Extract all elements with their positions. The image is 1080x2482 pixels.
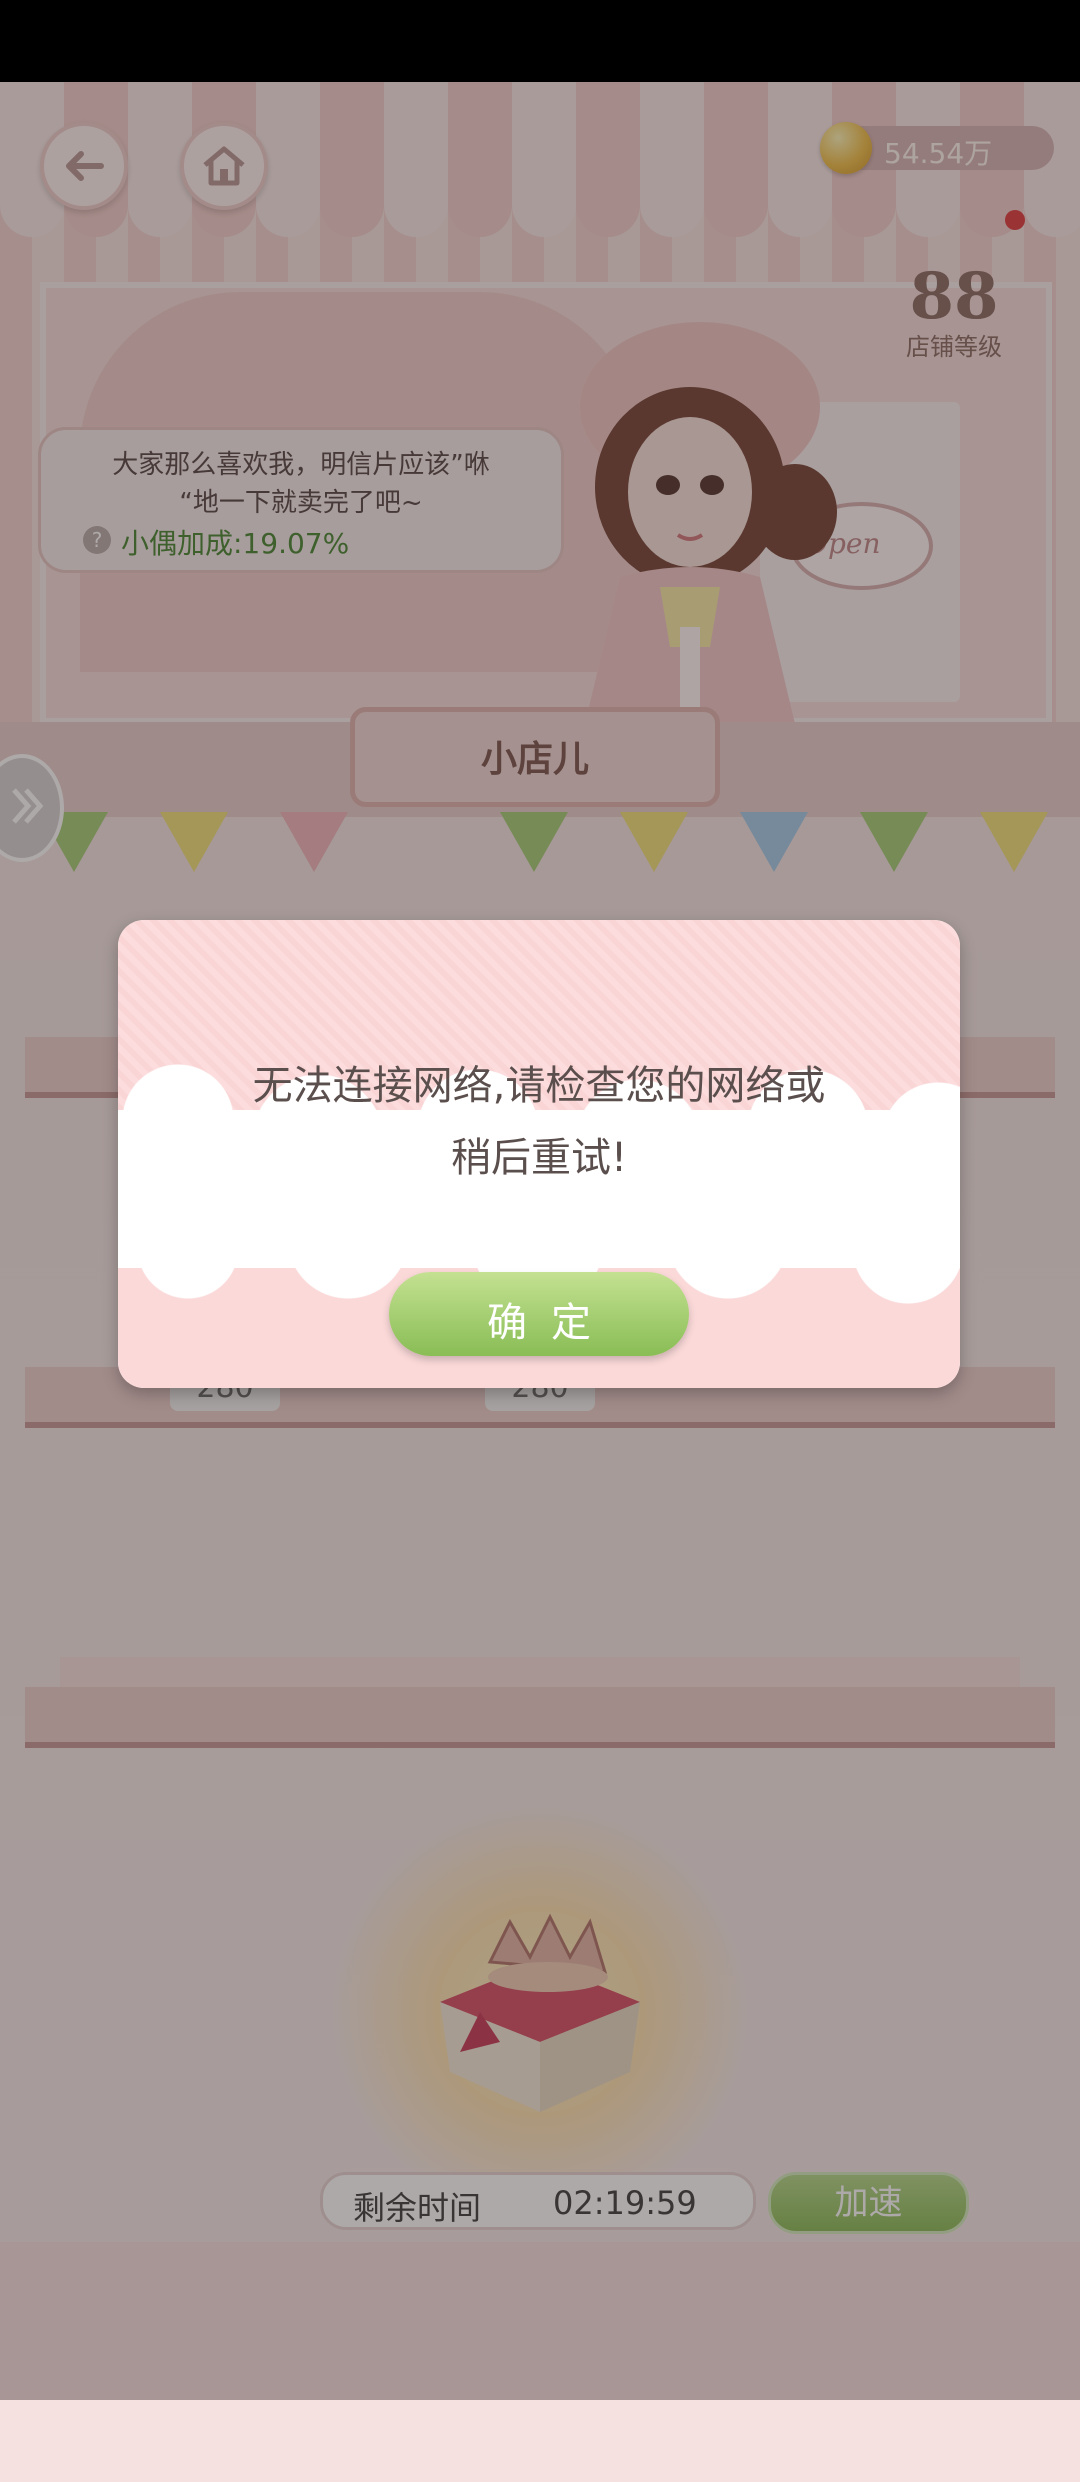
dialog-message-line-2: 稍后重试! bbox=[450, 1135, 628, 1181]
network-error-dialog: 无法连接网络,请检查您的网络或 稍后重试! 确定 bbox=[118, 920, 960, 1388]
dialog-message: 无法连接网络,请检查您的网络或 稍后重试! bbox=[178, 1050, 900, 1194]
confirm-button-label: 确定 bbox=[487, 1301, 615, 1345]
confirm-button[interactable]: 确定 bbox=[389, 1272, 689, 1356]
status-bar bbox=[0, 0, 1080, 82]
dialog-message-line-1: 无法连接网络,请检查您的网络或 bbox=[252, 1063, 826, 1109]
